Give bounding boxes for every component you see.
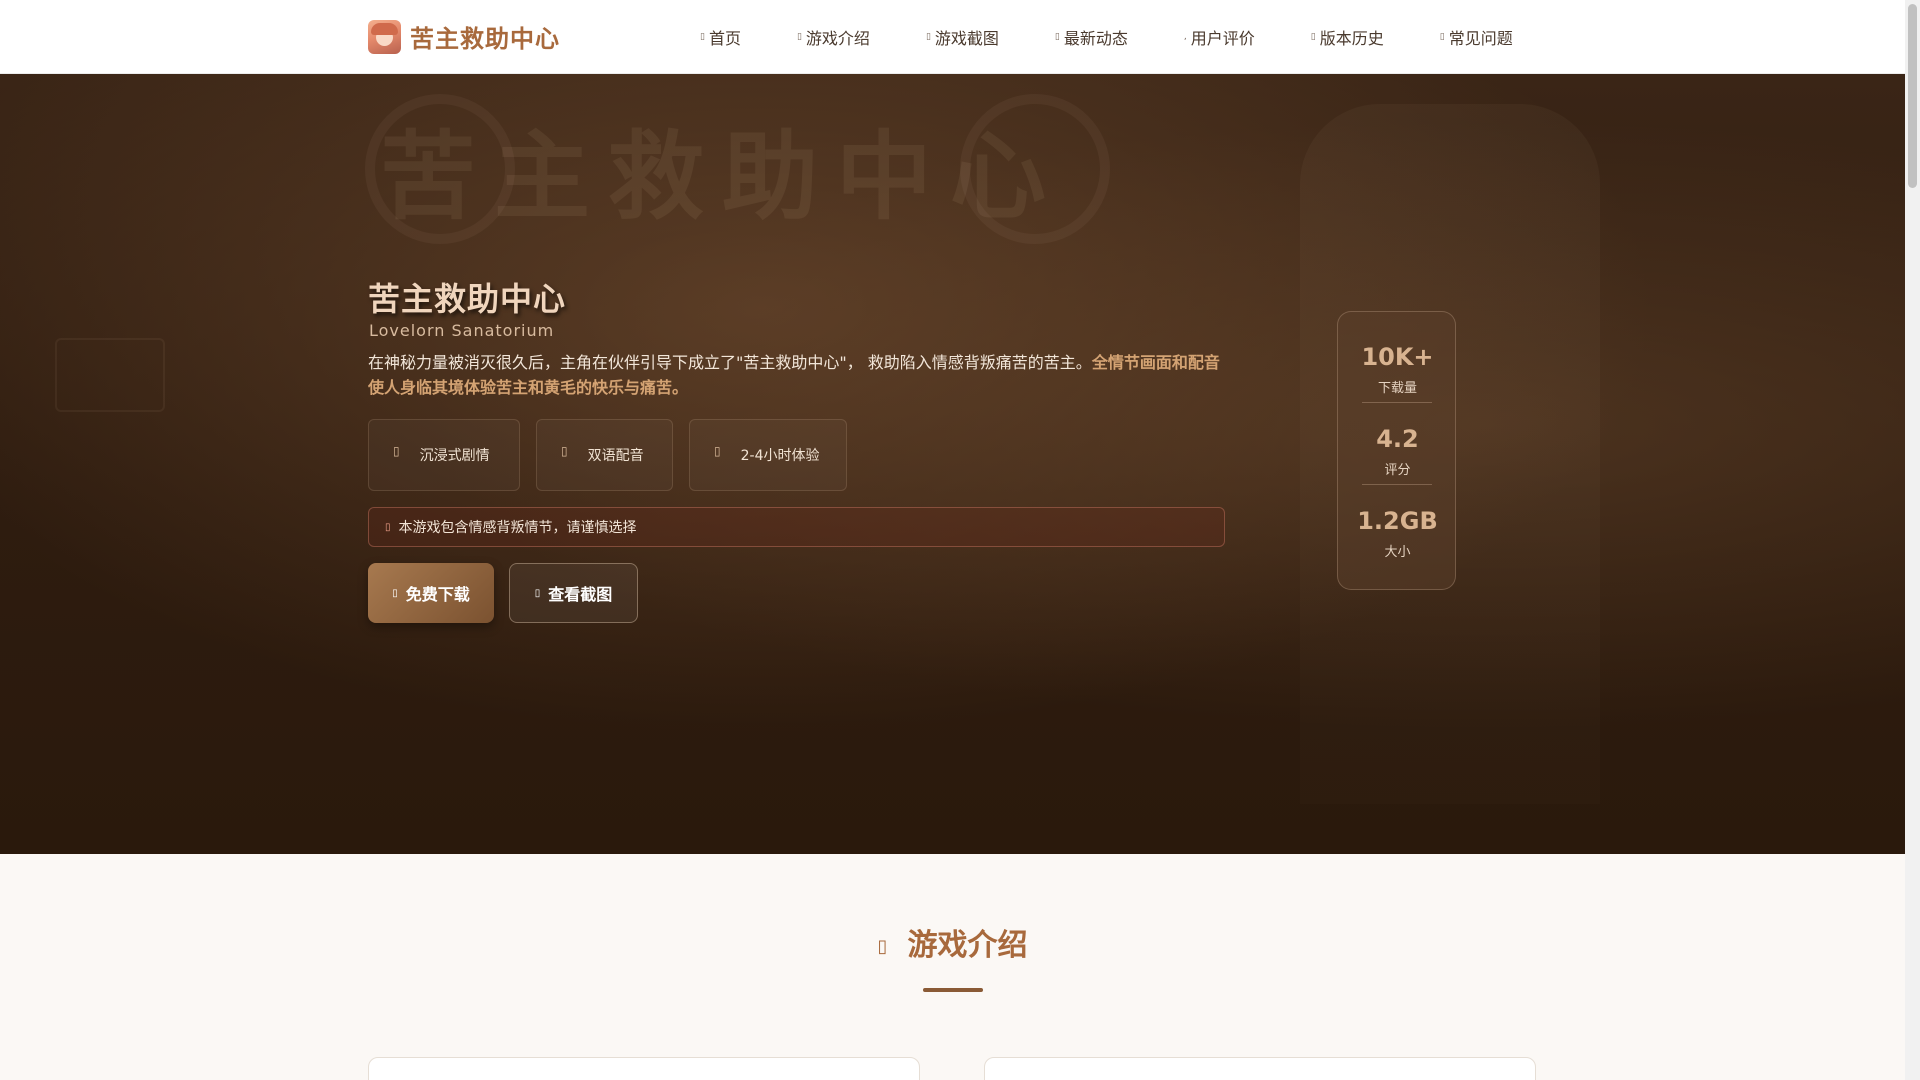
image-icon: ▯	[534, 587, 541, 599]
intro-section: ▯ 游戏介绍	[0, 854, 1905, 1080]
brand[interactable]: 苦主救助中心	[368, 19, 560, 54]
intro-card	[984, 1057, 1536, 1080]
nav-item-label: 游戏截图	[934, 29, 999, 48]
nav-item-home[interactable]: ▯ 首页	[700, 25, 741, 49]
nav-item-label: 版本历史	[1319, 29, 1384, 48]
feature-item-voice: ▯ 双语配音	[536, 419, 673, 491]
main-nav: ▯ 首页 ▯ 游戏介绍 ▯ 游戏截图 ▯ 最新动态 , 用户评价 ▯ 版本历史 …	[700, 0, 1569, 74]
section-underline	[923, 988, 983, 992]
book-icon: ▯	[393, 444, 400, 458]
question-icon: ▯	[1439, 32, 1445, 42]
image-icon: ▯	[925, 32, 931, 42]
warning-icon: ▯	[385, 521, 391, 533]
feature-label: 2-4小时体验	[740, 448, 820, 464]
stat-size: 1.2GB 大小	[1338, 507, 1457, 560]
stat-label: 下载量	[1377, 381, 1417, 396]
feature-list: ▯ 沉浸式剧情 ▯ 双语配音 ▯ 2-4小时体验	[368, 419, 863, 491]
scrollbar-thumb[interactable]	[1908, 4, 1917, 188]
download-icon: ▯	[392, 587, 398, 599]
page-scrollbar[interactable]	[1905, 0, 1920, 1080]
view-screenshots-button[interactable]: ▯ 查看截图	[509, 563, 638, 623]
gamepad-icon: ▯	[796, 32, 802, 42]
feature-item-story: ▯ 沉浸式剧情	[368, 419, 520, 491]
hero-title: 苦主救助中心	[368, 280, 567, 318]
hero-subtitle: Lovelorn Sanatorium	[369, 321, 555, 340]
brand-name: 苦主救助中心	[410, 25, 560, 53]
stat-label: 大小	[1384, 545, 1411, 560]
feature-label: 双语配音	[587, 448, 644, 464]
home-icon: ▯	[700, 32, 705, 42]
nav-item-label: 游戏介绍	[805, 29, 870, 48]
nav-item-reviews[interactable]: , 用户评价	[1184, 25, 1255, 49]
download-button[interactable]: ▯ 免费下载	[368, 563, 494, 623]
warning-text: 本游戏包含情感背叛情节，请谨慎选择	[398, 520, 637, 536]
view-screenshots-label: 查看截图	[548, 585, 613, 604]
hero-section: 苦主救助中心 苦主救助中心 Lovelorn Sanatorium 在神秘力量被…	[0, 74, 1905, 854]
nav-item-screenshots[interactable]: ▯ 游戏截图	[926, 25, 999, 49]
brand-logo	[368, 19, 401, 54]
nav-item-label: 用户评价	[1190, 29, 1255, 48]
hero-description-text: 在神秘力量被消灭很久后，主角在伙伴引导下成立了"苦主救助中心"， 救助陷入情感背…	[368, 353, 1092, 372]
clock-icon: ▯	[714, 444, 721, 458]
nav-item-versions[interactable]: ▯ 版本历史	[1311, 25, 1384, 49]
news-icon: ▯	[1054, 32, 1060, 42]
hero-background-art	[55, 338, 165, 412]
history-icon: ▯	[1310, 32, 1316, 42]
navbar: 苦主救助中心 ▯ 首页 ▯ 游戏介绍 ▯ 游戏截图 ▯ 最新动态 , 用户评价 …	[0, 0, 1905, 74]
stat-divider	[1362, 402, 1432, 403]
comment-icon: ,	[1183, 32, 1187, 42]
nav-item-label: 常见问题	[1448, 29, 1513, 48]
hero-description: 在神秘力量被消灭很久后，主角在伙伴引导下成立了"苦主救助中心"， 救助陷入情感背…	[368, 350, 1228, 400]
nav-item-intro[interactable]: ▯ 游戏介绍	[797, 25, 870, 49]
stat-value: 1.2GB	[1357, 507, 1438, 535]
stat-label: 评分	[1384, 463, 1411, 478]
stat-value: 10K+	[1361, 343, 1434, 371]
section-title: ▯ 游戏介绍	[0, 920, 1905, 964]
feature-item-duration: ▯ 2-4小时体验	[689, 419, 847, 491]
feature-label: 沉浸式剧情	[419, 448, 490, 464]
intro-card	[368, 1057, 920, 1080]
hero-watermark: 苦主救助中心	[380, 121, 1064, 233]
stat-value: 4.2	[1376, 425, 1419, 453]
stat-rating: 4.2 评分	[1338, 425, 1457, 478]
nav-item-label: 首页	[708, 29, 741, 48]
stat-downloads: 10K+ 下载量	[1338, 343, 1457, 396]
nav-item-faq[interactable]: ▯ 常见问题	[1440, 25, 1513, 49]
content-warning: ▯ 本游戏包含情感背叛情节，请谨慎选择	[368, 507, 1225, 547]
stats-card: 10K+ 下载量 4.2 评分 1.2GB 大小	[1337, 311, 1456, 590]
gamepad-icon: ▯	[877, 936, 888, 957]
nav-item-label: 最新动态	[1063, 29, 1128, 48]
download-button-label: 免费下载	[405, 585, 470, 604]
nav-item-news[interactable]: ▯ 最新动态	[1055, 25, 1128, 49]
stat-divider	[1362, 484, 1432, 485]
microphone-icon: ▯	[561, 444, 568, 458]
section-title-text: 游戏介绍	[907, 928, 1028, 963]
